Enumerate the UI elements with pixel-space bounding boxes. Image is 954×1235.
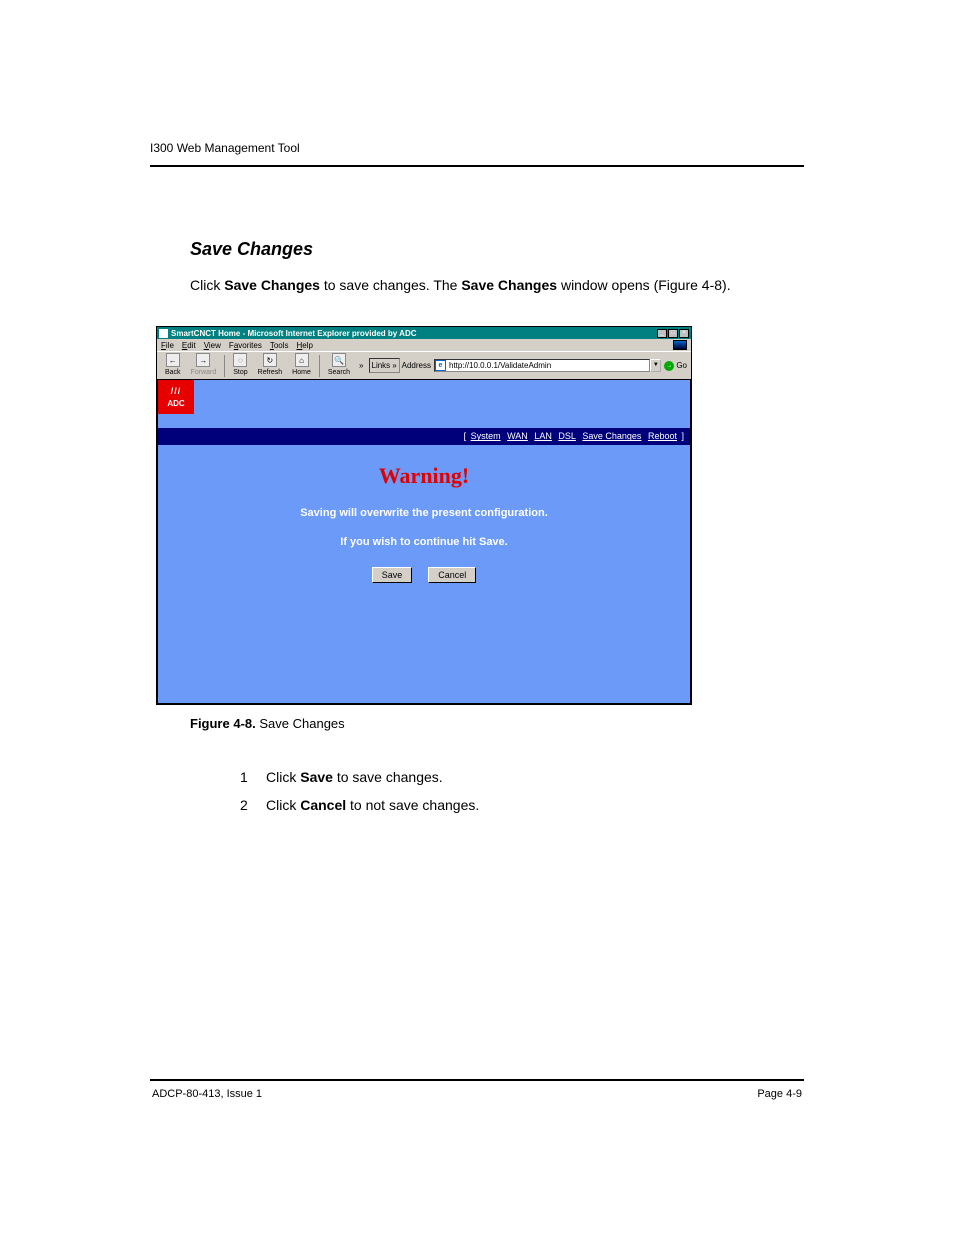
menu-favorites[interactable]: Favorites (229, 340, 262, 351)
toolbar: ←Back →Forward ◌Stop ↻Refresh ⌂Home 🔍Sea… (157, 351, 691, 379)
nav-bracket-open: [ (464, 431, 469, 441)
intro-paragraph: Click Save Changes to save changes. The … (190, 274, 804, 296)
action-item-2: 2 Click Cancel to not save changes. (240, 791, 804, 819)
action-cancel-tail: to not save changes. (346, 797, 479, 813)
cancel-button[interactable]: Cancel (428, 567, 476, 584)
go-button[interactable]: → Go (664, 360, 687, 371)
save-button[interactable]: Save (372, 567, 413, 584)
search-icon: 🔍 (332, 353, 346, 367)
stop-icon: ◌ (233, 353, 247, 367)
nav-save-changes[interactable]: Save Changes (582, 431, 641, 441)
nav-bracket-close: ] (679, 431, 684, 441)
home-label: Home (292, 368, 311, 378)
refresh-icon: ↻ (263, 353, 277, 367)
links-box[interactable]: Links » (369, 358, 400, 373)
back-icon: ← (166, 353, 180, 367)
ie-icon (159, 329, 168, 338)
action-save-bold: Save (300, 769, 333, 785)
logo-text: ADC (167, 398, 184, 409)
logo-stripes: /// (171, 385, 182, 398)
warning-line2: If you wish to continue hit Save. (168, 535, 680, 550)
go-label: Go (676, 360, 687, 371)
forward-icon: → (196, 353, 210, 367)
forward-button[interactable]: →Forward (187, 353, 221, 378)
menu-edit[interactable]: Edit (182, 340, 196, 351)
home-icon: ⌂ (295, 353, 309, 367)
action-save-tail: to save changes. (333, 769, 443, 785)
address-input[interactable]: e http://10.0.0.1/ValidateAdmin (434, 359, 650, 372)
menubar: File Edit View Favorites Tools Help (157, 339, 691, 351)
ie-brand-icon (673, 340, 687, 350)
footer-rule (150, 1079, 804, 1081)
toolbar-separator-2 (319, 355, 320, 377)
intro-mid2: window opens ( (557, 277, 658, 293)
close-button[interactable]: × (679, 329, 689, 338)
action-cancel-bold: Cancel (300, 797, 346, 813)
figure-text: Save Changes (259, 716, 344, 731)
footer-page: Page 4-9 (757, 1087, 802, 1102)
address-favicon-icon: e (435, 360, 446, 371)
intro-bold-2: Save Changes (461, 277, 557, 293)
intro-bold-1: Save Changes (224, 277, 320, 293)
action-item-1: 1 Click Save to save changes. (240, 763, 804, 791)
action-list: 1 Click Save to save changes. 2 Click Ca… (240, 763, 804, 819)
menu-file[interactable]: File (161, 340, 174, 351)
back-label: Back (165, 368, 181, 378)
screenshot-window: SmartCNCT Home - Microsoft Internet Expl… (156, 326, 692, 705)
minimize-button[interactable]: _ (657, 329, 667, 338)
nav-dsl[interactable]: DSL (558, 431, 576, 441)
header-rule (150, 165, 804, 167)
nav-reboot[interactable]: Reboot (648, 431, 677, 441)
home-button[interactable]: ⌂Home (288, 353, 315, 378)
forward-label: Forward (191, 368, 217, 378)
menu-help[interactable]: Help (297, 340, 313, 351)
action-click-1: Click (266, 769, 300, 785)
links-chevron-icon: » (392, 360, 396, 371)
menu-view[interactable]: View (204, 340, 221, 351)
intro-figref: Figure 4-8 (658, 277, 722, 293)
address-label: Address (402, 360, 431, 371)
action-click-2: Click (266, 797, 300, 813)
refresh-label: Refresh (258, 368, 283, 378)
action-num-1: 1 (240, 763, 260, 791)
stop-label: Stop (233, 368, 247, 378)
intro-mid1: to save changes. The (320, 277, 461, 293)
footer: ADCP-80-413, Issue 1 Page 4-9 (150, 1087, 804, 1102)
page-content: /// ADC [ System WAN LAN DSL Save Change… (157, 379, 691, 704)
search-button[interactable]: 🔍Search (324, 353, 354, 378)
address-dropdown-icon[interactable]: ▼ (650, 359, 661, 372)
section-title: Save Changes (190, 237, 804, 262)
address-value: http://10.0.0.1/ValidateAdmin (449, 361, 551, 370)
intro-suffix: ). (722, 277, 731, 293)
back-button[interactable]: ←Back (161, 353, 185, 378)
toolbar-more-icon[interactable]: » (356, 360, 366, 371)
nav-wan[interactable]: WAN (507, 431, 528, 441)
search-label: Search (328, 368, 350, 378)
stop-button[interactable]: ◌Stop (229, 353, 251, 378)
warning-heading: Warning! (168, 461, 680, 492)
action-num-2: 2 (240, 791, 260, 819)
refresh-button[interactable]: ↻Refresh (254, 353, 287, 378)
page-nav-bar: [ System WAN LAN DSL Save Changes Reboot… (158, 428, 690, 445)
maximize-button[interactable]: □ (668, 329, 678, 338)
intro-prefix: Click (190, 277, 224, 293)
window-title: SmartCNCT Home - Microsoft Internet Expl… (171, 328, 417, 339)
figure-label: Figure 4-8. (190, 716, 256, 731)
go-icon: → (664, 361, 674, 371)
footer-doc: ADCP-80-413, Issue 1 (152, 1087, 262, 1102)
nav-lan[interactable]: LAN (534, 431, 552, 441)
warning-line1: Saving will overwrite the present config… (168, 506, 680, 521)
nav-system[interactable]: System (471, 431, 501, 441)
menu-tools[interactable]: Tools (270, 340, 289, 351)
adc-logo: /// ADC (158, 380, 194, 414)
toolbar-separator (224, 355, 225, 377)
running-header: I300 Web Management Tool (150, 140, 804, 157)
figure-caption: Figure 4-8. Save Changes (190, 715, 804, 733)
window-titlebar: SmartCNCT Home - Microsoft Internet Expl… (157, 327, 691, 339)
links-label: Links (372, 360, 391, 371)
